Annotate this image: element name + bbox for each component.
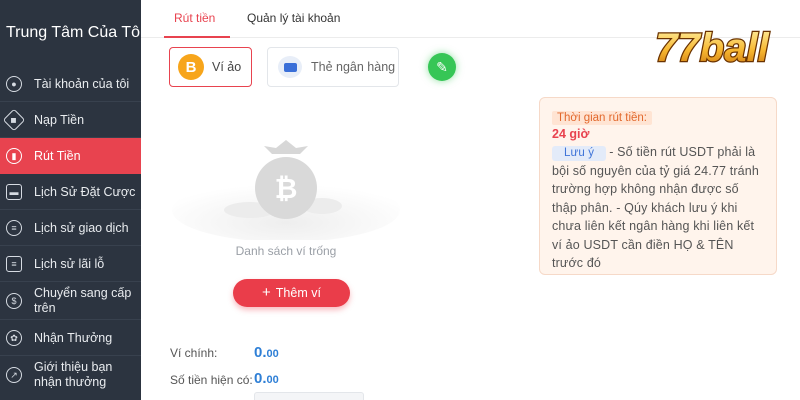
withdraw-note: Lưu ý- Số tiền rút USDT phải là bội số n…: [552, 143, 766, 273]
empty-list-label: Danh sách ví trống: [235, 244, 337, 258]
note-text: - Số tiền rút USDT phải là bội số nguyên…: [552, 145, 759, 270]
wallet-icon: ▬: [6, 184, 22, 200]
sidebar-item-label: Nạp Tiền: [34, 112, 85, 127]
edit-button[interactable]: ✎: [428, 53, 456, 81]
add-wallet-button[interactable]: + Thêm ví: [233, 279, 350, 307]
sidebar-item-profit-loss-history[interactable]: ≡ Lịch sử lãi lỗ: [0, 246, 141, 282]
sidebar-item-label: Giới thiệu bạn nhận thưởng: [34, 360, 113, 389]
available-int: 0.: [254, 370, 267, 387]
sidebar: Trung Tâm Của Tôi ● Tài khoản của tôi ◆ …: [0, 0, 144, 400]
svg-text:₿: ₿: [275, 173, 298, 204]
withdraw-time-heading: Thời gian rút tiền:: [552, 111, 653, 125]
available-dec: 00: [266, 374, 279, 386]
sidebar-item-rewards[interactable]: ✿ Nhận Thưởng: [0, 320, 141, 356]
sidebar-item-transfer-upline[interactable]: $ Chuyển sang cấp trên: [0, 282, 141, 320]
receipt-icon: ≡: [6, 220, 22, 236]
available-amount-value: 0.00: [254, 370, 279, 387]
brand-logo: 77ball: [654, 25, 771, 72]
main-wallet-label: Ví chính:: [170, 346, 218, 360]
bank-card-option[interactable]: Thẻ ngân hàng: [267, 47, 399, 87]
sidebar-item-label: Lịch sử giao dịch: [34, 220, 129, 235]
main-wallet-dec: 00: [266, 348, 279, 360]
add-wallet-label: Thêm ví: [275, 286, 321, 300]
sidebar-item-withdraw[interactable]: ▮ Rút Tiền: [0, 138, 141, 174]
deposit-icon: ◆: [2, 108, 26, 132]
sidebar-item-transaction-history[interactable]: ≡ Lịch sử giao dịch: [0, 210, 141, 246]
sidebar-item-label: Chuyển sang cấp trên: [34, 286, 132, 315]
tab-account-management[interactable]: Quản lý tài khoản: [247, 11, 340, 25]
withdraw-time-value: 24 giờ: [552, 127, 590, 141]
virtual-wallet-label: Ví ảo: [212, 60, 242, 74]
sidebar-item-label: Tài khoản của tôi: [34, 76, 130, 91]
virtual-wallet-option[interactable]: B Ví ảo: [169, 47, 252, 87]
amount-input[interactable]: [254, 392, 364, 400]
sidebar-item-label: Rút Tiền: [34, 148, 81, 163]
available-amount-label: Số tiền hiện có:: [170, 373, 253, 387]
empty-wallet-illustration: ₿: [172, 140, 400, 240]
sidebar-item-label: Nhận Thưởng: [34, 330, 113, 345]
sidebar-item-my-account[interactable]: ● Tài khoản của tôi: [0, 66, 141, 102]
bank-card-icon: [278, 56, 302, 78]
share-icon: ↗: [6, 367, 22, 383]
user-icon: ●: [6, 76, 22, 92]
sidebar-item-bet-history[interactable]: ▬ Lịch Sử Đặt Cược: [0, 174, 141, 210]
transfer-icon: $: [6, 293, 22, 309]
report-icon: ≡: [6, 256, 22, 272]
sidebar-item-deposit[interactable]: ◆ Nạp Tiền: [0, 102, 141, 138]
tab-withdraw[interactable]: Rút tiền: [174, 11, 215, 25]
sidebar-item-label: Lịch Sử Đặt Cược: [34, 184, 136, 199]
sidebar-item-referral[interactable]: ↗ Giới thiệu bạn nhận thưởng: [0, 356, 141, 394]
sidebar-title: Trung Tâm Của Tôi: [6, 24, 144, 41]
main-wallet-int: 0.: [254, 344, 267, 361]
main-wallet-value: 0.00: [254, 344, 279, 361]
withdraw-page: Trung Tâm Của Tôi ● Tài khoản của tôi ◆ …: [0, 0, 800, 400]
bitcoin-icon: B: [178, 54, 204, 80]
pencil-icon: ✎: [436, 58, 448, 75]
note-badge: Lưu ý: [552, 146, 607, 161]
logo-text: 77ball: [655, 26, 769, 70]
gift-icon: ✿: [6, 330, 22, 346]
withdraw-info-panel: Thời gian rút tiền: 24 giờ Lưu ý- Số tiề…: [539, 97, 777, 275]
withdraw-icon: ▮: [6, 148, 22, 164]
active-tab-indicator: [164, 36, 230, 38]
plus-icon: +: [262, 284, 271, 301]
sidebar-item-label: Lịch sử lãi lỗ: [34, 256, 105, 271]
bank-card-label: Thẻ ngân hàng: [311, 60, 396, 74]
